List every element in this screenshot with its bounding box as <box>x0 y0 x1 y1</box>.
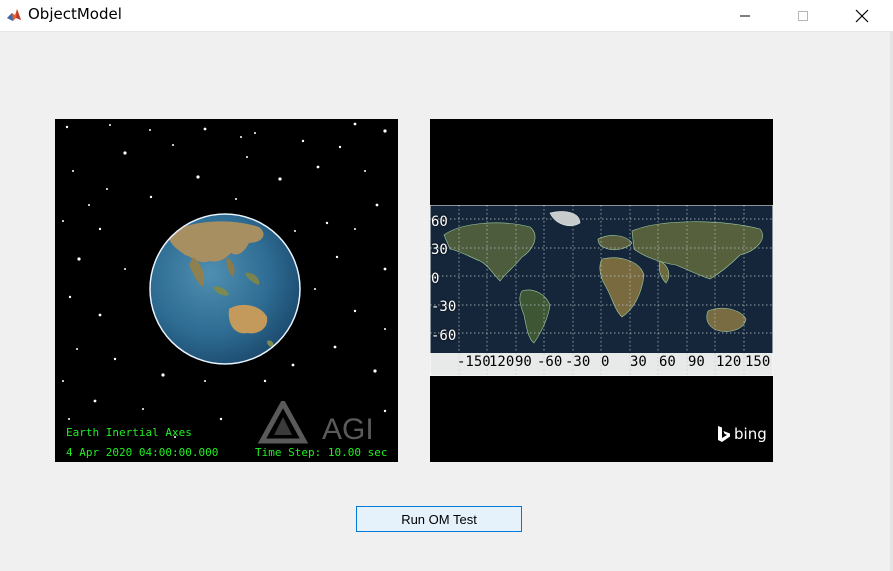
minimize-button[interactable] <box>715 0 775 31</box>
lon-label: 150 <box>745 354 771 370</box>
lon-label: 120 <box>716 354 742 370</box>
lat-label-60: 60 <box>431 214 448 230</box>
bing-logo: bing <box>716 425 767 443</box>
minimize-icon <box>740 15 750 16</box>
world-map <box>430 205 773 376</box>
agi-logo: AGI <box>258 401 374 446</box>
close-icon <box>855 9 869 22</box>
matlab-icon <box>7 9 21 21</box>
lon-label: -60 <box>537 354 563 370</box>
axes-label: Earth Inertial Axes <box>66 426 192 439</box>
lat-label-30: 30 <box>431 242 448 258</box>
lat-label-0: 0 <box>431 271 440 287</box>
globe-3d-view[interactable]: AGI Earth Inertial Axes 4 Apr 2020 04:00… <box>55 119 398 462</box>
lon-label: 90 <box>688 354 705 370</box>
map-2d-view[interactable]: 60 30 0 -30 -60 -150 120 90 -60 -30 0 30… <box>430 119 773 462</box>
lon-label: 0 <box>601 354 610 370</box>
run-om-test-button[interactable]: Run OM Test <box>356 506 522 532</box>
lon-label: 60 <box>659 354 676 370</box>
lon-label: 90 <box>515 354 532 370</box>
lon-label: 30 <box>630 354 647 370</box>
date-label: 4 Apr 2020 04:00:00.000 <box>66 446 219 459</box>
lat-label-minus30: -30 <box>431 299 457 315</box>
title-divider <box>0 31 893 32</box>
bing-wordmark: bing <box>734 425 767 443</box>
window-title: ObjectModel <box>28 5 122 23</box>
lon-label: 120 <box>489 354 515 370</box>
close-button[interactable] <box>832 0 892 31</box>
lon-label: -150 <box>457 354 491 370</box>
title-bar: ObjectModel <box>0 0 893 31</box>
lat-label-minus60: -60 <box>431 328 457 344</box>
timestep-label: Time Step: 10.00 sec <box>255 446 388 459</box>
maximize-icon <box>798 10 808 21</box>
svg-text:AGI: AGI <box>322 413 374 446</box>
earth-globe <box>149 213 301 365</box>
maximize-button[interactable] <box>773 0 833 31</box>
lon-label: -30 <box>565 354 591 370</box>
bing-icon <box>718 426 730 442</box>
